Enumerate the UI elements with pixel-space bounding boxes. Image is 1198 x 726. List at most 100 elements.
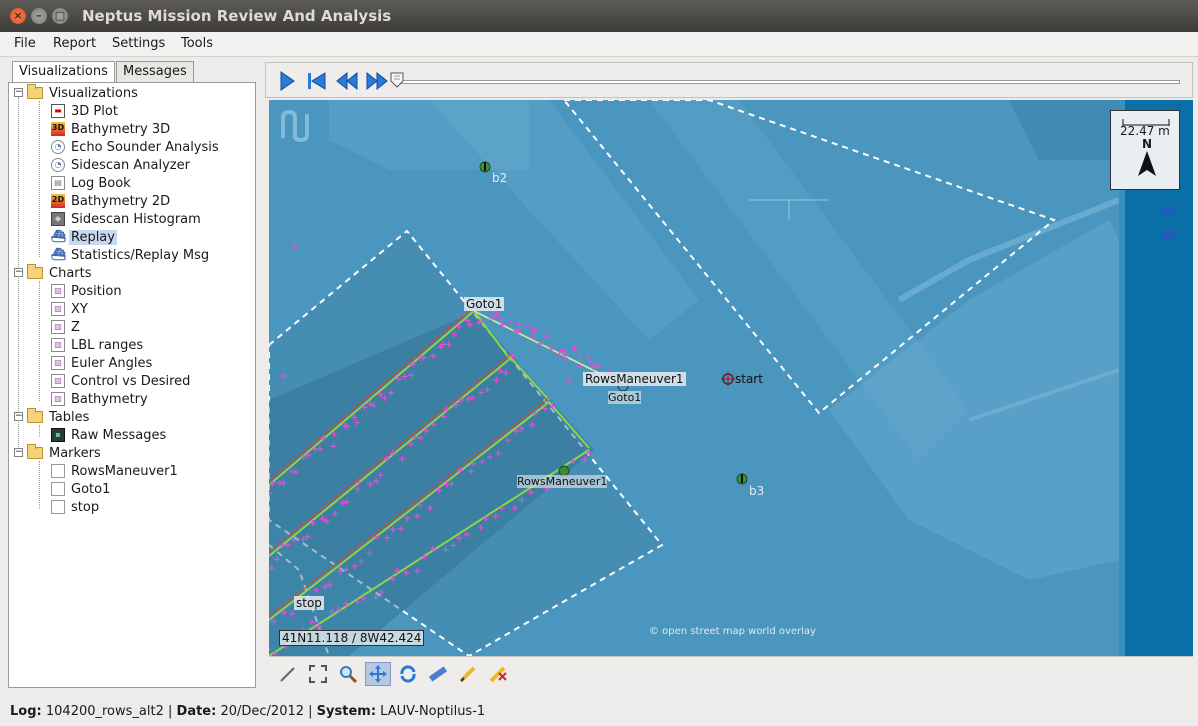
track-point <box>596 363 603 370</box>
menu-file[interactable]: File <box>14 36 36 51</box>
skip-to-start-icon[interactable] <box>304 69 330 93</box>
replay-icon: ⛴ <box>51 229 67 244</box>
tree-folder-tables[interactable]: Tables <box>27 408 91 426</box>
tree-item-statistics-replay[interactable]: ⛴ Statistics/Replay Msg <box>51 246 211 264</box>
chart-icon: ▨ <box>51 320 65 334</box>
minimize-window-button[interactable]: – <box>31 8 47 24</box>
north-label: N <box>1142 137 1153 151</box>
log-value: 104200_rows_alt2 <box>45 704 164 719</box>
svg-text:W: W <box>1161 203 1176 219</box>
track-point <box>516 321 523 328</box>
track-point <box>559 347 566 354</box>
tree-item-z[interactable]: ▨ Z <box>51 318 82 336</box>
erase-drawing-icon[interactable] <box>485 662 511 686</box>
pan-tool-icon[interactable] <box>365 662 391 686</box>
sidescan-analyzer-icon: ◔ <box>51 158 65 172</box>
w-layer-icon[interactable]: W <box>1159 200 1179 220</box>
playback-toolbar <box>265 62 1193 98</box>
statistics-icon: ⛴ <box>51 247 67 262</box>
tab-visualizations[interactable]: Visualizations <box>12 61 115 82</box>
tree-item-raw-messages[interactable]: ▪ Raw Messages <box>51 426 168 444</box>
beacon-b3-icon[interactable] <box>734 468 750 490</box>
menu-report[interactable]: Report <box>53 36 96 51</box>
rotate-icon[interactable] <box>395 662 421 686</box>
tree-item-replay[interactable]: ⛴ Replay <box>51 228 117 246</box>
tree-item-log-book[interactable]: ▤ Log Book <box>51 174 133 192</box>
fast-forward-icon[interactable] <box>364 69 390 93</box>
chart-icon: ▨ <box>51 284 65 298</box>
rows-maneuver-label[interactable]: RowsManeuver1 <box>583 372 686 386</box>
tab-messages[interactable]: Messages <box>116 61 194 82</box>
timeline-slider-track[interactable] <box>400 80 1180 84</box>
play-icon[interactable] <box>274 69 300 93</box>
map-tools-toolbar <box>269 656 1193 690</box>
tree-item-xy[interactable]: ▨ XY <box>51 300 90 318</box>
menu-settings[interactable]: Settings <box>112 36 165 51</box>
tree-item-bathymetry-2d[interactable]: 2D Bathymetry 2D <box>51 192 172 210</box>
fit-view-icon[interactable] <box>305 662 331 686</box>
folder-icon <box>27 264 43 279</box>
tree-item-control-vs-desired[interactable]: ▨ Control vs Desired <box>51 372 192 390</box>
beacon-b2-icon[interactable] <box>477 156 493 178</box>
tree-folder-charts[interactable]: Charts <box>27 264 94 282</box>
collapse-markers-toggle[interactable]: − <box>14 448 23 457</box>
left-pane: Visualizations Messages − Visualizations… <box>6 60 258 692</box>
draw-line-icon[interactable] <box>455 662 481 686</box>
tree-item-bathymetry-3d[interactable]: 3D Bathymetry 3D <box>51 120 172 138</box>
tree-folder-visualizations[interactable]: Visualizations <box>27 84 140 102</box>
plot-3d-icon: ▬ <box>51 104 65 118</box>
tree-item-position[interactable]: ▨ Position <box>51 282 124 300</box>
title-bar: × – □ Neptus Mission Review And Analysis <box>0 0 1198 32</box>
track-point <box>508 318 515 325</box>
tree-item-sidescan-histogram[interactable]: ◆ Sidescan Histogram <box>51 210 203 228</box>
start-marker-label[interactable]: start <box>735 372 763 386</box>
sidescan-histogram-icon: ◆ <box>51 212 65 226</box>
stop-marker-label[interactable]: stop <box>294 596 324 610</box>
folder-icon <box>27 444 43 459</box>
maximize-window-button[interactable]: □ <box>52 8 68 24</box>
scale-label: 22.47 m <box>1120 124 1170 138</box>
tree-item-bathymetry[interactable]: ▨ Bathymetry <box>51 390 150 408</box>
track-point <box>292 243 298 249</box>
chart-icon: ▨ <box>51 374 65 388</box>
chart-icon: ▨ <box>51 392 65 406</box>
track-point <box>493 311 500 318</box>
rewind-icon[interactable] <box>334 69 360 93</box>
pencil-tool-icon[interactable] <box>275 662 301 686</box>
log-label: Log: <box>10 704 42 719</box>
goto1-marker-label[interactable]: Goto1 <box>464 297 505 311</box>
map-canvas <box>269 100 1119 656</box>
north-arrow-icon <box>1138 151 1156 176</box>
collapse-tables-toggle[interactable]: − <box>14 412 23 421</box>
folder-icon <box>27 408 43 423</box>
timeline-slider-thumb[interactable] <box>390 72 404 88</box>
map-overlay-credit: © open street map world overlay <box>649 626 816 637</box>
close-window-button[interactable]: × <box>10 8 26 24</box>
menu-bar: File Report Settings Tools <box>0 32 1198 57</box>
collapse-visualizations-toggle[interactable]: − <box>14 88 23 97</box>
date-label: Date: <box>176 704 217 719</box>
collapse-charts-toggle[interactable]: − <box>14 268 23 277</box>
zoom-icon[interactable] <box>335 662 361 686</box>
system-value: LAUV-Noptilus-1 <box>380 704 486 719</box>
neptus-logo-icon <box>281 109 309 143</box>
tree-item-echo-sounder[interactable]: ◔ Echo Sounder Analysis <box>51 138 221 156</box>
tree-item-lbl-ranges[interactable]: ▨ LBL ranges <box>51 336 145 354</box>
tree-item-marker-stop[interactable]: stop <box>51 498 101 516</box>
tree-item-euler-angles[interactable]: ▨ Euler Angles <box>51 354 154 372</box>
replay-panel: b2 b3 Goto1 RowsManeuver1 Goto1 RowsMane… <box>265 60 1198 692</box>
window-title: Neptus Mission Review And Analysis <box>82 7 392 25</box>
menu-tools[interactable]: Tools <box>181 36 213 51</box>
tree-item-sidescan-analyzer[interactable]: ◔ Sidescan Analyzer <box>51 156 192 174</box>
ruler-icon[interactable] <box>425 662 451 686</box>
w-layer-icon[interactable]: W <box>1159 224 1179 244</box>
cursor-coordinates: 41N11.118 / 8W42.424 <box>279 630 425 646</box>
tree-item-3d-plot[interactable]: ▬ 3D Plot <box>51 102 120 120</box>
echo-sounder-icon: ◔ <box>51 140 65 154</box>
tree-folder-markers[interactable]: Markers <box>27 444 103 462</box>
tree-item-marker-goto1[interactable]: Goto1 <box>51 480 112 498</box>
map-view[interactable]: b2 b3 Goto1 RowsManeuver1 Goto1 RowsMane… <box>269 100 1119 656</box>
bathymetry-2d-icon: 2D <box>51 194 65 208</box>
date-value: 20/Dec/2012 <box>220 704 305 719</box>
tree-item-marker-rowsmaneuver1[interactable]: RowsManeuver1 <box>51 462 180 480</box>
